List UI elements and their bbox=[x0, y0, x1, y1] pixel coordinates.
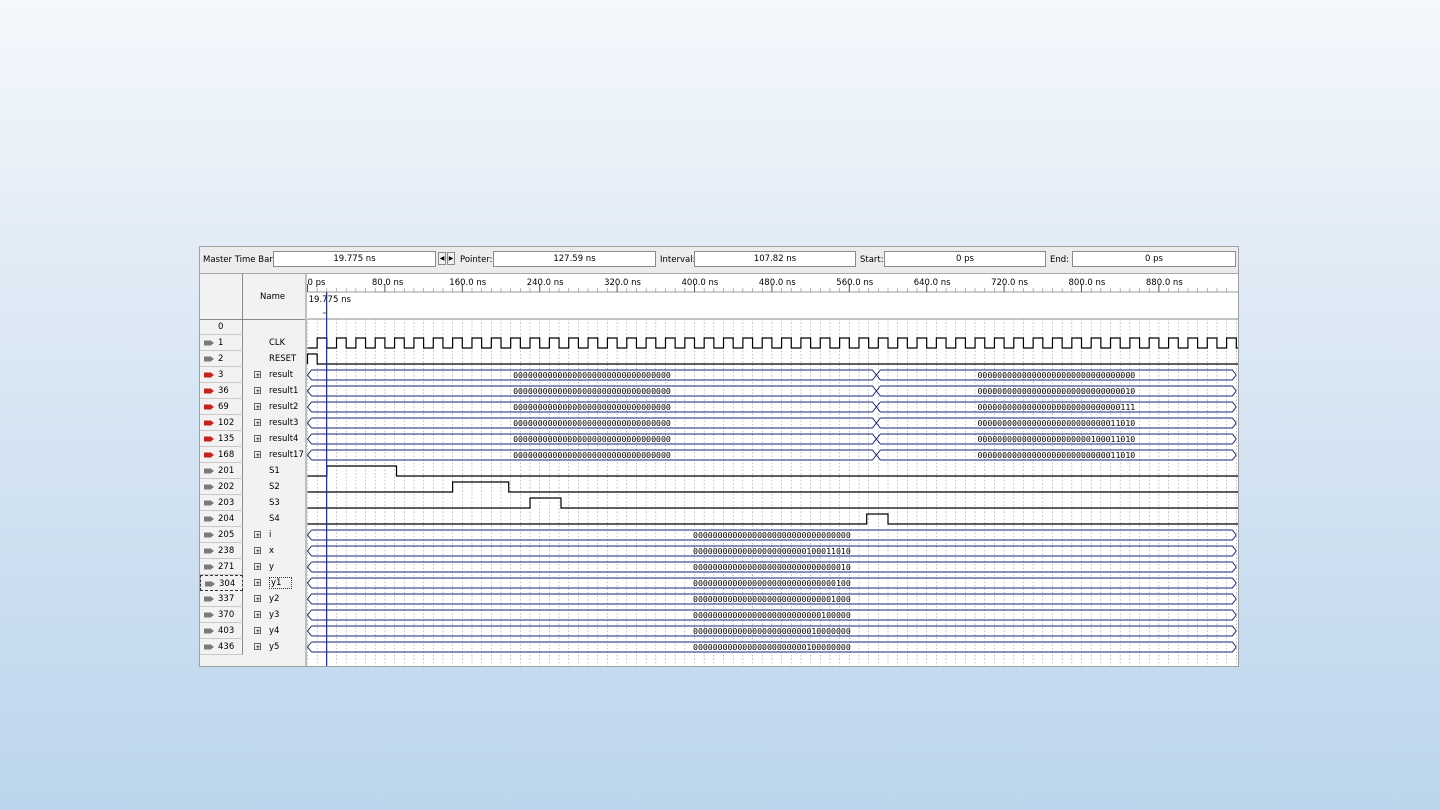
waveform-y1[interactable]: 00000000000000000000000000000100 bbox=[306, 577, 1237, 589]
waveform-result17[interactable]: 00000000000000000000000000000000 00000000… bbox=[306, 449, 1237, 461]
waveform-reset[interactable] bbox=[306, 353, 1240, 365]
pulse-trace bbox=[307, 465, 1238, 477]
waveform-y5[interactable]: 00000000000000000000000100000000 bbox=[306, 641, 1237, 653]
waveform-y4[interactable]: 00000000000000000000000010000000 bbox=[306, 625, 1237, 637]
bus-value-label: 00000000000000000000000000000000 bbox=[513, 370, 671, 380]
pulse-trace bbox=[307, 497, 1238, 509]
waveform-s3[interactable] bbox=[307, 497, 1240, 509]
bus-value-label: 00000000000000000000000000011010 bbox=[977, 450, 1135, 460]
waveform-s4[interactable] bbox=[307, 513, 1240, 525]
bus-value-label: 00000000000000000000000000000010 bbox=[977, 386, 1135, 396]
bus-value-label: 00000000000000000000000000000000 bbox=[513, 450, 671, 460]
bus-value-label: 00000000000000000000000000000000 bbox=[693, 530, 851, 540]
ruler-tick-label: 800.0 ns bbox=[1068, 278, 1106, 288]
ruler-tick-label: 0 ps bbox=[307, 278, 326, 288]
waveform-clk[interactable] bbox=[307, 337, 1240, 349]
pulse-trace bbox=[306, 353, 1238, 365]
ruler-tick-label: 640.0 ns bbox=[913, 278, 951, 288]
waveform-s2[interactable] bbox=[307, 481, 1240, 493]
bus-value-label: 00000000000000000000000000000000 bbox=[513, 434, 671, 444]
bus-value-label: 00000000000000000000000000100000 bbox=[693, 610, 851, 620]
pulse-trace bbox=[307, 513, 1238, 525]
bus-value-label: 00000000000000000000000000000100 bbox=[693, 578, 851, 588]
cursor-time-label: 19.775 ns bbox=[308, 295, 351, 305]
ruler-tick-label: 80.0 ns bbox=[371, 278, 404, 288]
bus-value-label: 00000000000000000000000100011010 bbox=[977, 434, 1135, 444]
waveform-result1[interactable]: 00000000000000000000000000000000 00000000… bbox=[306, 385, 1237, 397]
clock-trace bbox=[307, 337, 1238, 349]
bus-value-label: 00000000000000000000000100000000 bbox=[693, 642, 851, 652]
ruler-tick-label: 880.0 ns bbox=[1145, 278, 1183, 288]
bus-value-label: 00000000000000000000000000000000 bbox=[513, 418, 671, 428]
waveform-x[interactable]: 00000000000000000000000100011010 bbox=[306, 545, 1237, 557]
waveform-y3[interactable]: 00000000000000000000000000100000 bbox=[306, 609, 1237, 621]
waveform-i[interactable]: 00000000000000000000000000000000 bbox=[306, 529, 1237, 541]
bus-value-label: 00000000000000000000000100011010 bbox=[693, 546, 851, 556]
waveform-y[interactable]: 00000000000000000000000000000010 bbox=[306, 561, 1237, 573]
bus-value-label: 00000000000000000000000000000000 bbox=[977, 370, 1135, 380]
waveform-result3[interactable]: 00000000000000000000000000000000 00000000… bbox=[306, 417, 1237, 429]
bus-value-label: 00000000000000000000000000000111 bbox=[977, 402, 1135, 412]
ruler-tick-label: 240.0 ns bbox=[526, 278, 564, 288]
waveform-editor-window: Master Time Bar: 19.775 ns ◀ ▶ Pointer: … bbox=[199, 246, 1239, 667]
bus-value-label: 00000000000000000000000000000010 bbox=[693, 562, 851, 572]
bus-value-label: 00000000000000000000000000000000 bbox=[513, 386, 671, 396]
waveform-y2[interactable]: 00000000000000000000000000001000 bbox=[306, 593, 1237, 605]
ruler-tick-label: 320.0 ns bbox=[604, 278, 641, 288]
ruler-tick-label: 560.0 ns bbox=[836, 278, 874, 288]
ruler-tick-label: 160.0 ns bbox=[449, 278, 487, 288]
pulse-trace bbox=[307, 481, 1238, 493]
waveform-s1[interactable] bbox=[307, 465, 1240, 477]
ruler-tick-label: 400.0 ns bbox=[681, 278, 719, 288]
waveform-canvas[interactable]: 00000000000000000000000000000000 00000000… bbox=[200, 247, 1239, 667]
bus-value-label: 00000000000000000000000000000000 bbox=[513, 402, 671, 412]
bus-value-label: 00000000000000000000000000011010 bbox=[977, 418, 1135, 428]
ruler-tick-label: 480.0 ns bbox=[758, 278, 796, 288]
ruler-tick-label: 720.0 ns bbox=[991, 278, 1028, 288]
bus-value-label: 00000000000000000000000010000000 bbox=[693, 626, 851, 636]
bus-value-label: 00000000000000000000000000001000 bbox=[693, 594, 851, 604]
